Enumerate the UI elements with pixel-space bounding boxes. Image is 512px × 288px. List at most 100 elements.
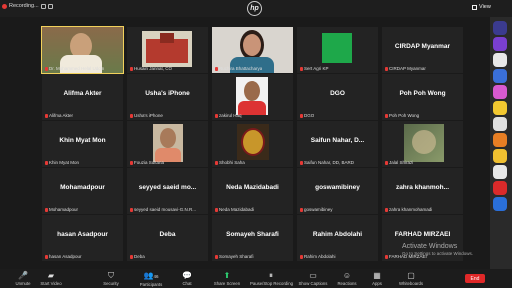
extension-c-icon[interactable] [493,117,507,131]
participant-tile[interactable]: Sert Agri KP [297,27,378,73]
participant-name: CIRDAP Myanmar [389,66,426,71]
participant-name-tag: DGO [300,113,314,118]
participant-name-tag: seyyed saeid mousavi-G.N.R... [130,207,196,212]
participant-tile[interactable]: Shobhi Saha [212,121,293,167]
extension-o-icon[interactable] [493,69,507,83]
participant-name-tag: zahra khanmohamadi [385,207,432,212]
participant-tile[interactable]: Jalal Shirazi [382,121,463,167]
extension-o-icon[interactable] [493,133,507,147]
top-bar: Recording... hp View [0,0,512,17]
participant-name-tag: Somayeh Sharafi [215,254,254,259]
recording-label: Recording... [9,3,39,9]
participant-tile[interactable]: zakirul Haq [212,74,293,120]
participant-tile[interactable]: Saifun Nahar, D... Saifun Nahar, DD, BARD [297,121,378,167]
participant-name-tag: hasan Asadpour [45,254,82,259]
participant-name: goswamibiney [304,207,333,212]
extension-smile-icon[interactable] [493,149,507,163]
mic-muted-icon [385,254,388,259]
video-off-icon: ▰ [47,271,55,280]
mic-muted-icon [215,160,218,165]
end-meeting-button[interactable]: End [465,274,485,283]
participant-tile[interactable]: Mohamadpour Mohamadpour [42,168,123,214]
extension-k-icon[interactable] [493,101,507,115]
participant-tile[interactable]: DGO DGO [297,74,378,120]
participant-name: Deba [134,254,145,259]
security-button[interactable]: ⛉ Security [90,269,132,288]
participant-name-tag: Husain Jannat, CO [130,66,172,71]
participant-name: zakirul Haq [219,113,242,118]
participant-tile[interactable]: Khin Myat Mon Khin Myat Mon [42,121,123,167]
participant-name: seyyed saeid mousavi-G.N.R... [134,207,197,212]
participant-name: zahra khanmohamadi [389,207,433,212]
participant-display-name: Somayeh Sharafi [226,231,279,238]
participant-tile[interactable]: Husain Jannat, CO [127,27,208,73]
participant-tile[interactable]: Fouzia Sultana [127,121,208,167]
pause-stop-recording-button[interactable]: ⏸ Pause/Stop Recording [250,269,293,288]
chat-label: Chat [182,281,192,286]
participant-display-name: Rahim Abdolahi [312,231,363,238]
view-button[interactable]: View [472,4,491,10]
participant-display-name: Usha's iPhone [145,90,190,97]
participant-tile[interactable]: Dr. Mohammed Helal Uddin [41,26,124,74]
participant-tile[interactable]: Deba Deba [127,215,208,261]
participant-name: Saifun Nahar, DD, BARD [304,160,355,165]
extension-ember-icon[interactable] [493,85,507,99]
mic-muted-icon [300,160,303,165]
grid-view-icon [472,4,477,10]
participants-count: 46 [153,274,159,279]
participant-tile[interactable]: Usha's iPhone Usha's iPhone [127,74,208,120]
chat-icon: 💬 [182,271,192,280]
mic-muted-icon [215,254,218,259]
activate-windows-watermark: Activate Windows Go to Settings to activ… [402,243,473,256]
pause-recording-icon[interactable] [40,3,46,9]
extension-alive-icon[interactable] [493,21,507,35]
whiteboards-button[interactable]: ▢ Whiteboards [390,269,432,288]
mic-muted-icon [300,66,303,71]
participant-tile[interactable]: hasan Asadpour hasan Asadpour [42,215,123,261]
mic-muted-icon [45,207,48,212]
participant-photo [236,77,268,115]
participant-name: Dr. Mohammed Helal Uddin [49,66,105,71]
participant-tile[interactable]: seyyed saeid mo... seyyed saeid mousavi-G… [127,168,208,214]
participant-name: Fouzia Sultana [134,160,165,165]
participant-tile[interactable]: goswamibiney goswamibiney [297,168,378,214]
start-video-button[interactable]: ▰ Start Video [30,269,72,288]
recording-indicator[interactable]: Recording... [2,3,53,9]
participant-tile[interactable]: Somayeh Sharafi Somayeh Sharafi [212,215,293,261]
participant-photo [153,124,183,162]
extension-mail-icon[interactable] [493,165,507,179]
participant-name-tag: zakirul Haq [215,113,242,118]
extension-blue-icon[interactable] [493,197,507,211]
start-video-label: Start Video [40,281,62,286]
participant-tile[interactable]: zahra khanmoh... zahra khanmohamadi [382,168,463,214]
participant-name: Shobhi Saha [219,160,245,165]
mic-muted-icon [385,66,388,71]
extension-bell-icon[interactable] [493,53,507,67]
mic-muted-icon [215,66,218,71]
participant-name-tag: Alifma Akter [45,113,73,118]
participant-name: Alifma Akter [49,113,74,118]
stop-recording-icon[interactable] [47,3,53,9]
mic-muted-icon [300,113,303,118]
mic-muted-icon [215,113,218,118]
participant-tile[interactable]: Alifma Akter Alifma Akter [42,74,123,120]
participant-tile[interactable]: Ruchira Bhattacharya [212,27,293,73]
participant-display-name: Poh Poh Wong [399,90,446,97]
participant-name-tag: Shobhi Saha [215,160,245,165]
share-screen-button[interactable]: ⬆ Share Screen [206,269,248,288]
participant-name: Rahim Abdolahi [304,254,336,259]
share-label: Share Screen [213,281,241,286]
mic-muted-icon [385,113,388,118]
participant-tile[interactable]: Neda Mazidabadi Neda Mazidabadi [212,168,293,214]
participant-tile[interactable]: Poh Poh Wong Poh Poh Wong [382,74,463,120]
participant-name-tag: Jalal Shirazi [385,160,413,165]
extension-red-icon[interactable] [493,181,507,195]
extension-w-icon[interactable] [493,37,507,51]
participant-tile[interactable]: Rahim Abdolahi Rahim Abdolahi [297,215,378,261]
mic-muted-icon [130,160,133,165]
mic-muted-icon [300,254,303,259]
participant-tile[interactable]: CIRDAP Myanmar CIRDAP Myanmar [382,27,463,73]
participant-photo [237,124,269,160]
chat-button[interactable]: 💬 Chat [166,269,208,288]
participant-name-tag: Khin Myat Mon [45,160,79,165]
